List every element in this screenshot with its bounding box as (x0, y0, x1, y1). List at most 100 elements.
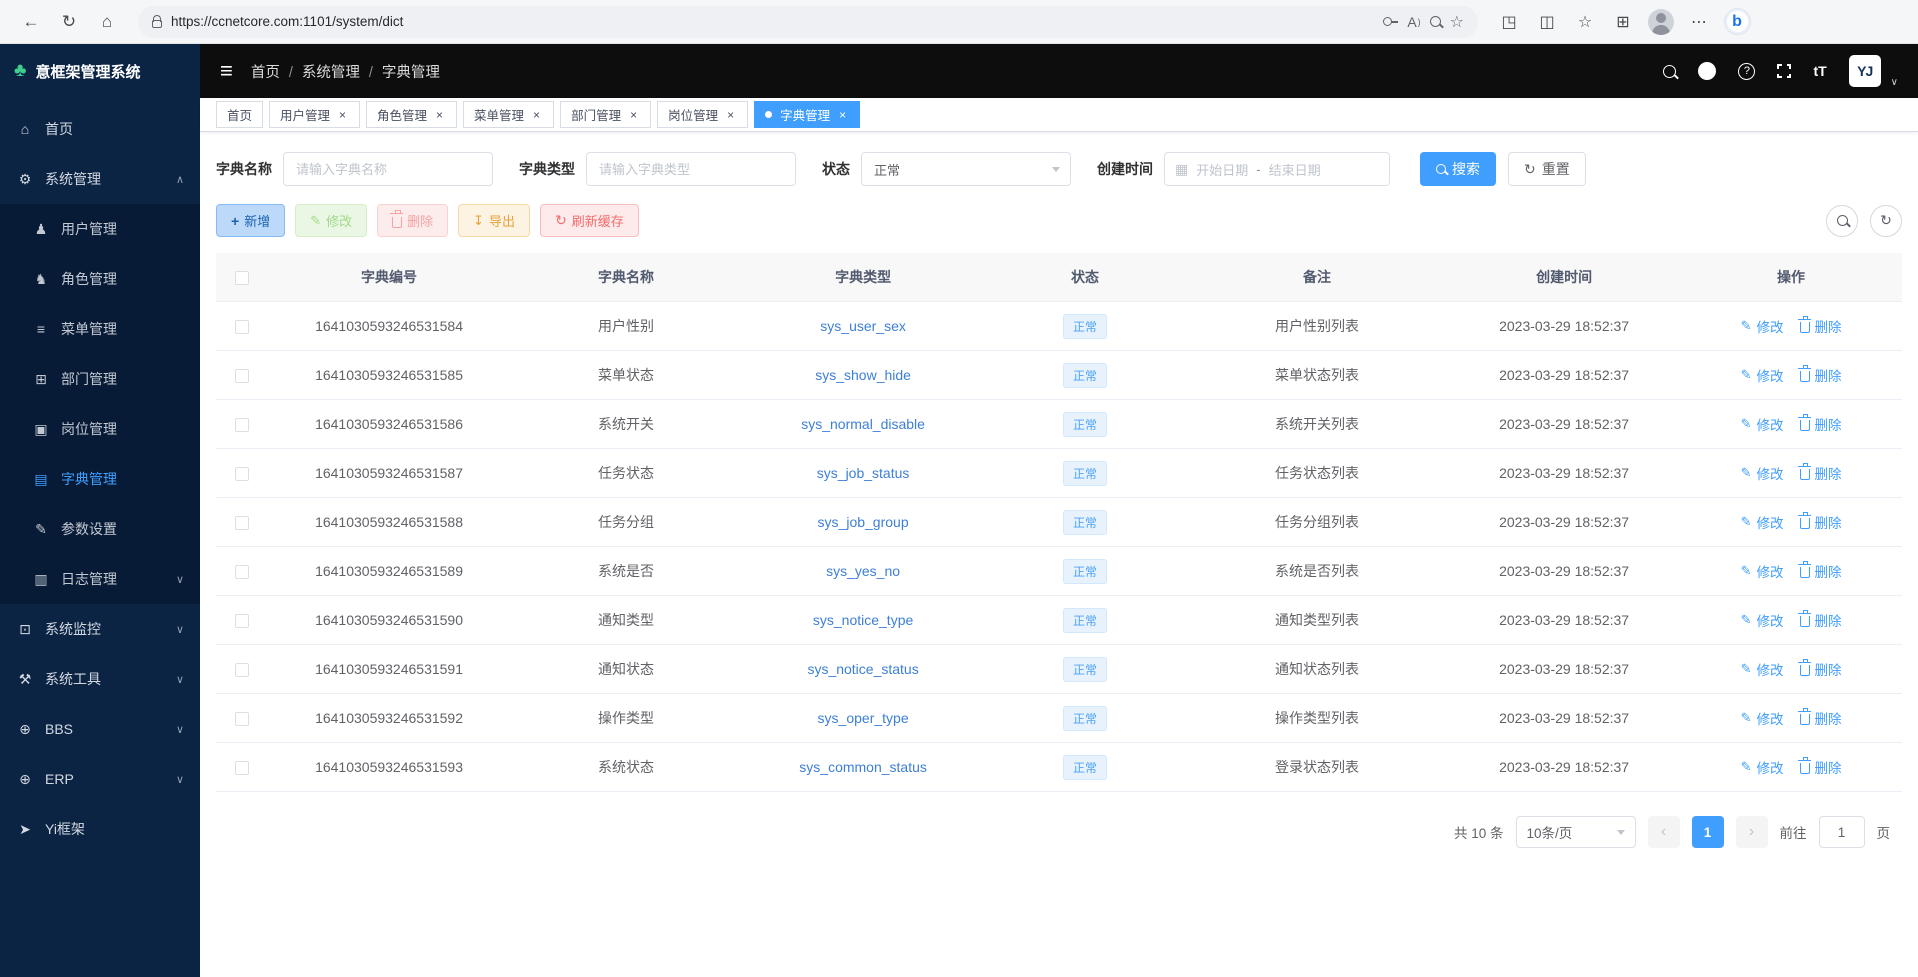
browser-refresh-button[interactable]: ↻ (52, 5, 86, 39)
refresh-cache-button[interactable]: 刷新缓存 (540, 204, 639, 237)
delete-link[interactable]: 删除 (1800, 610, 1842, 630)
refresh-table-button[interactable] (1870, 205, 1902, 237)
row-checkbox[interactable] (235, 712, 249, 726)
search-icon[interactable] (1663, 65, 1676, 78)
sidebar-item-system[interactable]: ⚙ 系统管理 ∧ (0, 154, 200, 204)
next-page-button[interactable]: › (1736, 816, 1768, 848)
favorite-star-icon[interactable]: ☆ (1450, 12, 1464, 32)
edit-link[interactable]: 修改 (1741, 512, 1784, 532)
edit-link[interactable]: 修改 (1741, 414, 1784, 434)
github-icon[interactable] (1698, 62, 1716, 80)
tab-menu[interactable]: 菜单管理 (463, 101, 554, 128)
dict-type-link[interactable]: sys_yes_no (826, 563, 900, 579)
tab-close-icon[interactable] (724, 108, 737, 121)
delete-link[interactable]: 删除 (1800, 659, 1842, 679)
row-checkbox[interactable] (235, 516, 249, 530)
row-checkbox[interactable] (235, 614, 249, 628)
sidebar-item-post[interactable]: ▣ 岗位管理 (0, 404, 200, 454)
edit-link[interactable]: 修改 (1741, 757, 1784, 777)
dict-type-link[interactable]: sys_common_status (799, 759, 927, 775)
dict-type-link[interactable]: sys_show_hide (815, 367, 911, 383)
edit-link[interactable]: 修改 (1741, 316, 1784, 336)
split-screen-icon[interactable]: ◫ (1530, 5, 1564, 39)
row-checkbox[interactable] (235, 467, 249, 481)
extensions-icon[interactable]: ◳ (1492, 5, 1526, 39)
dict-type-link[interactable]: sys_user_sex (820, 318, 906, 334)
tab-close-icon[interactable] (530, 108, 543, 121)
url-text[interactable]: https://ccnetcore.com:1101/system/dict (171, 14, 1374, 29)
read-aloud-icon[interactable]: A) (1407, 14, 1420, 30)
sidebar-item-role[interactable]: ♞ 角色管理 (0, 254, 200, 304)
hamburger-icon[interactable]: ≡ (220, 58, 233, 84)
sidebar-item-dict[interactable]: ▤ 字典管理 (0, 454, 200, 504)
edit-link[interactable]: 修改 (1741, 365, 1784, 385)
page-size-select[interactable]: 10条/页 (1516, 816, 1636, 848)
edit-link[interactable]: 修改 (1741, 708, 1784, 728)
dict-name-input[interactable] (283, 152, 493, 186)
user-dropdown-caret-icon[interactable]: ∨ (1891, 77, 1898, 88)
date-range-picker[interactable]: ▦ 开始日期 - 结束日期 (1164, 152, 1390, 186)
dict-type-link[interactable]: sys_job_status (817, 465, 910, 481)
sidebar-item-param[interactable]: ✎ 参数设置 (0, 504, 200, 554)
tab-close-icon[interactable] (836, 108, 849, 121)
row-checkbox[interactable] (235, 761, 249, 775)
delete-link[interactable]: 删除 (1800, 561, 1842, 581)
edit-link[interactable]: 修改 (1741, 610, 1784, 630)
delete-link[interactable]: 删除 (1800, 316, 1842, 336)
dict-type-link[interactable]: sys_notice_type (813, 612, 913, 628)
row-checkbox[interactable] (235, 320, 249, 334)
sidebar-item-bbs[interactable]: ⊕ BBS ∨ (0, 704, 200, 754)
tab-close-icon[interactable] (433, 108, 446, 121)
delete-button[interactable]: 删除 (377, 204, 448, 237)
font-size-icon[interactable]: tT (1813, 63, 1826, 79)
sidebar-item-dept[interactable]: ⊞ 部门管理 (0, 354, 200, 404)
delete-link[interactable]: 删除 (1800, 512, 1842, 532)
tab-dept[interactable]: 部门管理 (560, 101, 651, 128)
tab-post[interactable]: 岗位管理 (657, 101, 748, 128)
site-info-lock-icon[interactable] (152, 20, 162, 28)
reset-button[interactable]: 重置 (1508, 152, 1586, 186)
dict-type-link[interactable]: sys_normal_disable (801, 416, 925, 432)
export-button[interactable]: 导出 (458, 204, 530, 237)
tab-close-icon[interactable] (336, 108, 349, 121)
sidebar-item-log[interactable]: ▥ 日志管理 ∨ (0, 554, 200, 604)
collections-icon[interactable]: ⊞ (1606, 5, 1640, 39)
select-all-checkbox[interactable] (235, 271, 249, 285)
sidebar-item-home[interactable]: ⌂ 首页 (0, 104, 200, 154)
delete-link[interactable]: 删除 (1800, 463, 1842, 483)
search-button[interactable]: 搜索 (1420, 152, 1496, 186)
goto-page-input[interactable] (1819, 816, 1865, 848)
address-bar[interactable]: https://ccnetcore.com:1101/system/dict A… (138, 6, 1478, 38)
tab-home[interactable]: 首页 (216, 101, 263, 128)
edit-button[interactable]: 修改 (295, 204, 367, 237)
prev-page-button[interactable]: ‹ (1648, 816, 1680, 848)
tab-close-icon[interactable] (627, 108, 640, 121)
row-checkbox[interactable] (235, 418, 249, 432)
copilot-icon[interactable]: b (1720, 5, 1754, 39)
dict-type-link[interactable]: sys_job_group (818, 514, 909, 530)
delete-link[interactable]: 删除 (1800, 414, 1842, 434)
dict-type-link[interactable]: sys_notice_status (807, 661, 918, 677)
profile-avatar[interactable] (1644, 5, 1678, 39)
edit-link[interactable]: 修改 (1741, 561, 1784, 581)
edit-link[interactable]: 修改 (1741, 463, 1784, 483)
breadcrumb-home[interactable]: 首页 (251, 61, 302, 82)
browser-home-button[interactable]: ⌂ (90, 5, 124, 39)
delete-link[interactable]: 删除 (1800, 757, 1842, 777)
toggle-search-button[interactable] (1826, 205, 1858, 237)
favorites-bar-icon[interactable]: ☆ (1568, 5, 1602, 39)
current-page-button[interactable]: 1 (1692, 816, 1724, 848)
sidebar-item-erp[interactable]: ⊕ ERP ∨ (0, 754, 200, 804)
dict-type-link[interactable]: sys_oper_type (818, 710, 909, 726)
sidebar-item-user[interactable]: ♟ 用户管理 (0, 204, 200, 254)
tab-user[interactable]: 用户管理 (269, 101, 360, 128)
tab-dict[interactable]: 字典管理 (754, 101, 860, 128)
breadcrumb-system[interactable]: 系统管理 (302, 61, 382, 82)
sidebar-item-monitor[interactable]: ⊡ 系统监控 ∨ (0, 604, 200, 654)
edit-link[interactable]: 修改 (1741, 659, 1784, 679)
row-checkbox[interactable] (235, 663, 249, 677)
dict-type-input[interactable] (586, 152, 796, 186)
zoom-out-icon[interactable] (1430, 16, 1441, 27)
fullscreen-icon[interactable] (1777, 64, 1791, 78)
row-checkbox[interactable] (235, 565, 249, 579)
